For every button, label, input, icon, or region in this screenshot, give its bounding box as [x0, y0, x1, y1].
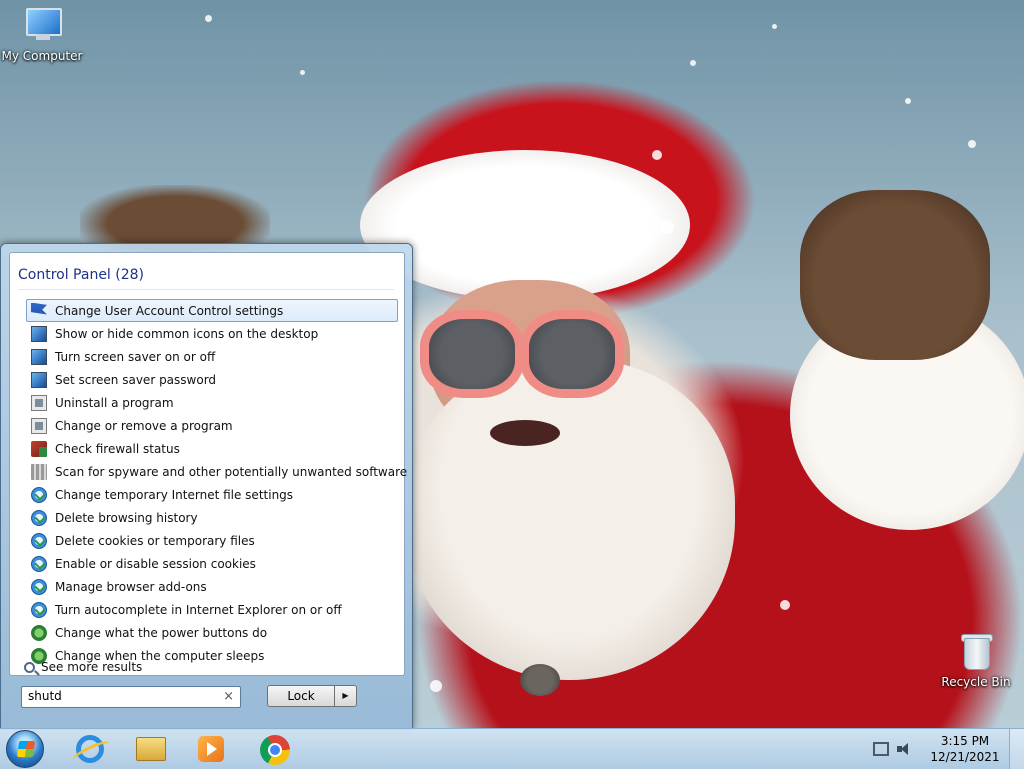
search-result-item[interactable]: Check firewall status — [26, 437, 398, 460]
search-result-label: Delete browsing history — [55, 510, 198, 525]
clear-search-icon[interactable]: × — [223, 689, 234, 704]
computer-icon — [20, 6, 64, 46]
search-result-label: Change User Account Control settings — [55, 303, 284, 318]
taskbar-windows-explorer[interactable] — [124, 731, 178, 767]
search-result-label: Set screen saver password — [55, 372, 217, 387]
search-result-item[interactable]: Enable or disable session cookies — [26, 552, 398, 575]
search-result-label: Scan for spyware and other potentially u… — [55, 464, 408, 479]
taskbar-media-player[interactable] — [184, 731, 238, 767]
taskbar-internet-explorer[interactable] — [62, 731, 116, 767]
network-icon[interactable] — [873, 742, 889, 756]
search-result-label: Change or remove a program — [55, 418, 233, 433]
shutdown-options-arrow[interactable]: ▶ — [335, 685, 357, 707]
search-result-label: Turn autocomplete in Internet Explorer o… — [55, 602, 342, 617]
media-player-icon — [198, 736, 224, 762]
clock-time: 3:15 PM — [940, 734, 990, 748]
internet-options-icon — [31, 578, 47, 595]
search-result-item[interactable]: Delete browsing history — [26, 506, 398, 529]
search-result-item[interactable]: Change what the power buttons do — [26, 621, 398, 644]
show-desktop-button[interactable] — [1009, 729, 1024, 769]
firewall-icon — [31, 440, 47, 457]
results-category-header[interactable]: Control Panel (28) — [18, 267, 394, 290]
programs-icon — [31, 394, 47, 411]
search-result-item[interactable]: Turn autocomplete in Internet Explorer o… — [26, 598, 398, 621]
start-search-input[interactable]: shutd × — [21, 686, 241, 708]
taskbar-chrome[interactable] — [248, 731, 302, 767]
search-result-label: Turn screen saver on or off — [55, 349, 216, 364]
shutdown-button-group: Lock ▶ — [267, 685, 357, 707]
recycle-bin-icon — [954, 632, 998, 672]
search-icon — [24, 661, 35, 673]
windows-explorer-icon — [136, 737, 166, 761]
search-result-item[interactable]: Show or hide common icons on the desktop — [26, 322, 398, 345]
search-result-item[interactable]: Manage browser add-ons — [26, 575, 398, 598]
search-result-item[interactable]: Delete cookies or temporary files — [26, 529, 398, 552]
search-result-item[interactable]: Turn screen saver on or off — [26, 345, 398, 368]
see-more-results-link[interactable]: See more results — [24, 660, 142, 674]
search-result-item[interactable]: Change User Account Control settings — [26, 299, 398, 322]
display-icon — [31, 371, 47, 388]
search-result-label: Show or hide common icons on the desktop — [55, 326, 319, 341]
taskbar: 3:15 PM 12/21/2021 — [0, 728, 1024, 769]
lock-button[interactable]: Lock — [267, 685, 335, 707]
search-result-label: Manage browser add-ons — [55, 579, 207, 594]
internet-options-icon — [31, 601, 47, 618]
see-more-label: See more results — [41, 660, 143, 674]
search-result-label: Uninstall a program — [55, 395, 174, 410]
search-input-value: shutd — [28, 689, 62, 703]
clock-date: 12/21/2021 — [930, 750, 1000, 764]
volume-icon[interactable] — [897, 742, 913, 756]
programs-icon — [31, 417, 47, 434]
power-options-icon — [31, 624, 47, 641]
windows-logo-icon — [16, 741, 36, 757]
search-result-item[interactable]: Uninstall a program — [26, 391, 398, 414]
defender-icon — [31, 463, 47, 480]
search-result-item[interactable]: Change temporary Internet file settings — [26, 483, 398, 506]
internet-explorer-icon — [76, 735, 104, 763]
internet-options-icon — [31, 486, 47, 503]
search-result-label: Enable or disable session cookies — [55, 556, 256, 571]
search-result-item[interactable]: Set screen saver password — [26, 368, 398, 391]
search-result-item[interactable]: Scan for spyware and other potentially u… — [26, 460, 407, 483]
desktop-icon-label: Recycle Bin — [941, 675, 1011, 689]
internet-options-icon — [31, 555, 47, 572]
start-menu: Control Panel (28) Change User Account C… — [0, 243, 413, 730]
internet-options-icon — [31, 509, 47, 526]
display-icon — [31, 348, 47, 365]
system-tray: 3:15 PM 12/21/2021 — [873, 729, 1024, 769]
desktop-icon-recycle-bin[interactable]: Recycle Bin — [934, 632, 1018, 689]
internet-options-icon — [31, 532, 47, 549]
search-results-list: Change User Account Control settings Show… — [26, 299, 407, 667]
search-result-label: Change what the power buttons do — [55, 625, 268, 640]
search-result-label: Change temporary Internet file settings — [55, 487, 294, 502]
desktop-icon-label: My Computer — [1, 49, 83, 63]
chrome-icon — [260, 735, 290, 765]
search-result-item[interactable]: Change or remove a program — [26, 414, 398, 437]
display-icon — [31, 325, 47, 342]
uac-flag-icon — [31, 302, 47, 315]
search-result-label: Check firewall status — [55, 441, 180, 456]
desktop-icon-my-computer[interactable]: My Computer — [0, 6, 84, 63]
taskbar-clock[interactable]: 3:15 PM 12/21/2021 — [927, 733, 1003, 765]
search-results-pane: Control Panel (28) Change User Account C… — [9, 252, 407, 676]
search-result-label: Delete cookies or temporary files — [55, 533, 255, 548]
start-button[interactable] — [6, 730, 44, 768]
